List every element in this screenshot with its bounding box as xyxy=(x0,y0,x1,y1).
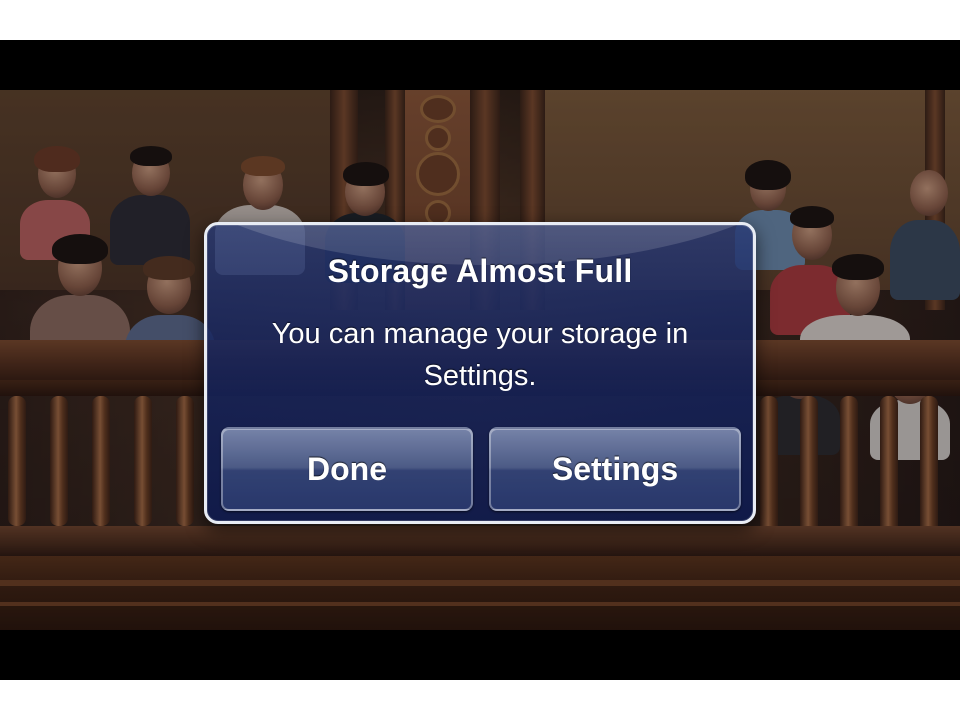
alert-message: You can manage your storage in Settings. xyxy=(271,318,689,392)
storage-alert-dialog: Storage Almost Full You can manage your … xyxy=(204,222,756,524)
alert-title: Storage Almost Full xyxy=(327,253,633,289)
done-button[interactable]: Done xyxy=(221,427,473,511)
screen: Storage Almost Full You can manage your … xyxy=(0,0,960,720)
settings-button[interactable]: Settings xyxy=(489,427,741,511)
